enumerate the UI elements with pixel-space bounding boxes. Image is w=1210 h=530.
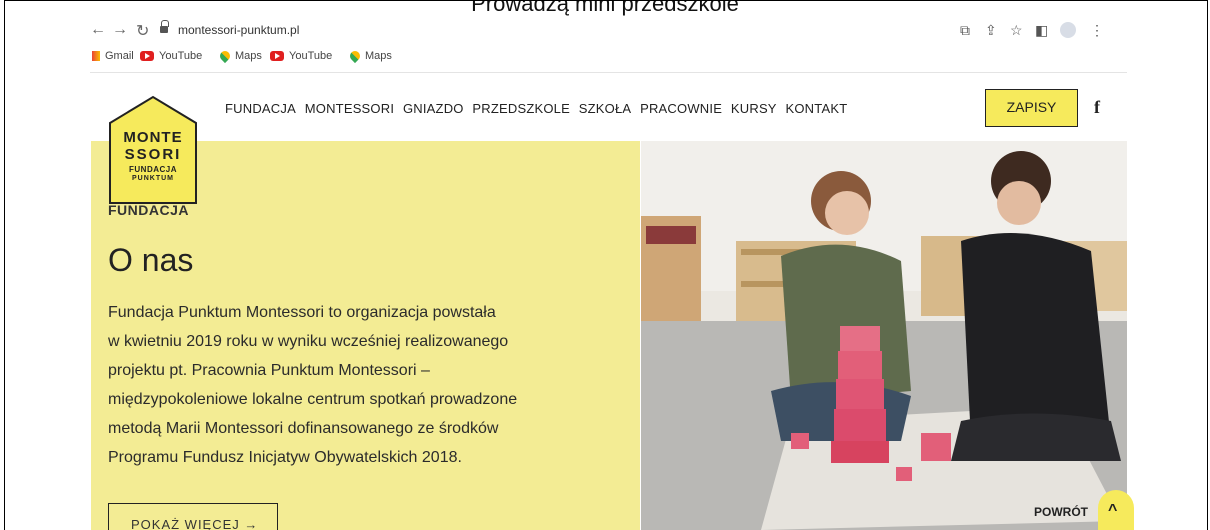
logo-line3: FUNDACJA <box>129 165 177 174</box>
nav-item-fundacja[interactable]: FUNDACJA <box>225 101 296 116</box>
back-to-top-button[interactable]: ^ <box>1098 490 1134 530</box>
lock-icon[interactable] <box>160 20 169 34</box>
bookmark-maps-2[interactable]: Maps <box>347 49 392 64</box>
url-text[interactable]: montessori-punktum.pl <box>178 23 299 37</box>
browser-toolbar: ← → ↻ montessori-punktum.pl ⧉ ⇪ ☆ ◧ ⋮ <box>90 20 1130 44</box>
bookmark-label: Gmail <box>105 50 134 62</box>
bookmark-label: Maps <box>235 50 262 62</box>
back-icon[interactable]: ← <box>90 21 106 39</box>
main-nav: FUNDACJA MONTESSORI GNIAZDO PRZEDSZKOLE … <box>225 101 852 116</box>
bookmark-label: YouTube <box>289 50 333 62</box>
nav-item-montessori[interactable]: MONTESSORI <box>305 101 394 116</box>
youtube-icon <box>270 51 284 62</box>
bookmarks-divider <box>90 72 1127 73</box>
maps-icon <box>217 49 233 64</box>
reload-icon[interactable]: ↻ <box>136 21 149 41</box>
hero-body-line: metodą Marii Montessori dofinansowanego … <box>108 420 499 437</box>
hero-body-line: Fundacja Punktum Montessori to organizac… <box>108 304 496 321</box>
hero-body: Fundacja Punktum Montessori to organizac… <box>108 298 578 472</box>
hero-body-line: projektu pt. Pracownia Punktum Montessor… <box>108 362 430 379</box>
bookmark-label: Maps <box>365 50 392 62</box>
address-bar[interactable]: montessori-punktum.pl <box>160 20 1040 44</box>
star-icon[interactable]: ☆ <box>1010 22 1023 39</box>
logo-line2: SSORI <box>124 146 182 163</box>
logo-line4: PUNKTUM <box>132 175 174 182</box>
bookmark-label: YouTube <box>159 50 203 62</box>
nav-item-szkola[interactable]: SZKOŁA <box>579 101 632 116</box>
maps-icon <box>347 49 363 64</box>
gmail-icon <box>92 51 100 62</box>
show-more-button[interactable]: POKAŻ WIĘCEJ → <box>108 503 278 530</box>
hero-body-line: Programu Fundusz Inicjatyw Obywatelskich… <box>108 449 462 466</box>
bookmark-youtube-2[interactable]: YouTube <box>270 50 332 62</box>
profile-icon[interactable] <box>1060 22 1076 38</box>
zapisy-button[interactable]: ZAPISY <box>985 89 1078 127</box>
site-logo[interactable]: MONTE SSORI FUNDACJA PUNKTUM <box>108 95 198 205</box>
nav-item-gniazdo[interactable]: GNIAZDO <box>403 101 464 116</box>
bookmark-gmail[interactable]: Gmail <box>92 50 134 62</box>
hero-kicker: FUNDACJA <box>108 202 189 218</box>
back-to-top-label[interactable]: POWRÓT <box>1034 505 1088 519</box>
facebook-icon[interactable]: f <box>1094 97 1100 118</box>
logo-line1: MONTE <box>123 129 183 146</box>
more-icon[interactable]: ⋮ <box>1090 22 1104 39</box>
bookmark-youtube[interactable]: YouTube <box>140 50 202 62</box>
share-icon[interactable]: ⇪ <box>985 22 997 39</box>
bookmark-maps[interactable]: Maps <box>217 49 262 64</box>
hero-photo-illustration <box>641 141 1127 530</box>
nav-item-kursy[interactable]: KURSY <box>731 101 777 116</box>
nav-item-kontakt[interactable]: KONTAKT <box>786 101 848 116</box>
translate-icon[interactable]: ⧉ <box>960 22 970 39</box>
youtube-icon <box>140 51 154 62</box>
nav-item-pracownie[interactable]: PRACOWNIE <box>640 101 722 116</box>
hero-body-line: w kwietniu 2019 roku w wyniku wcześniej … <box>108 333 509 350</box>
hero-title: O nas <box>108 242 194 278</box>
nav-item-przedszkole[interactable]: PRZEDSZKOLE <box>472 101 570 116</box>
forward-icon[interactable]: → <box>112 21 128 39</box>
hero-body-line: międzypokoleniowe lokalne centrum spotka… <box>108 391 518 408</box>
chevron-up-icon: ^ <box>1108 502 1118 519</box>
hero-photo <box>641 141 1127 530</box>
sidepanel-icon[interactable]: ◧ <box>1035 22 1048 39</box>
